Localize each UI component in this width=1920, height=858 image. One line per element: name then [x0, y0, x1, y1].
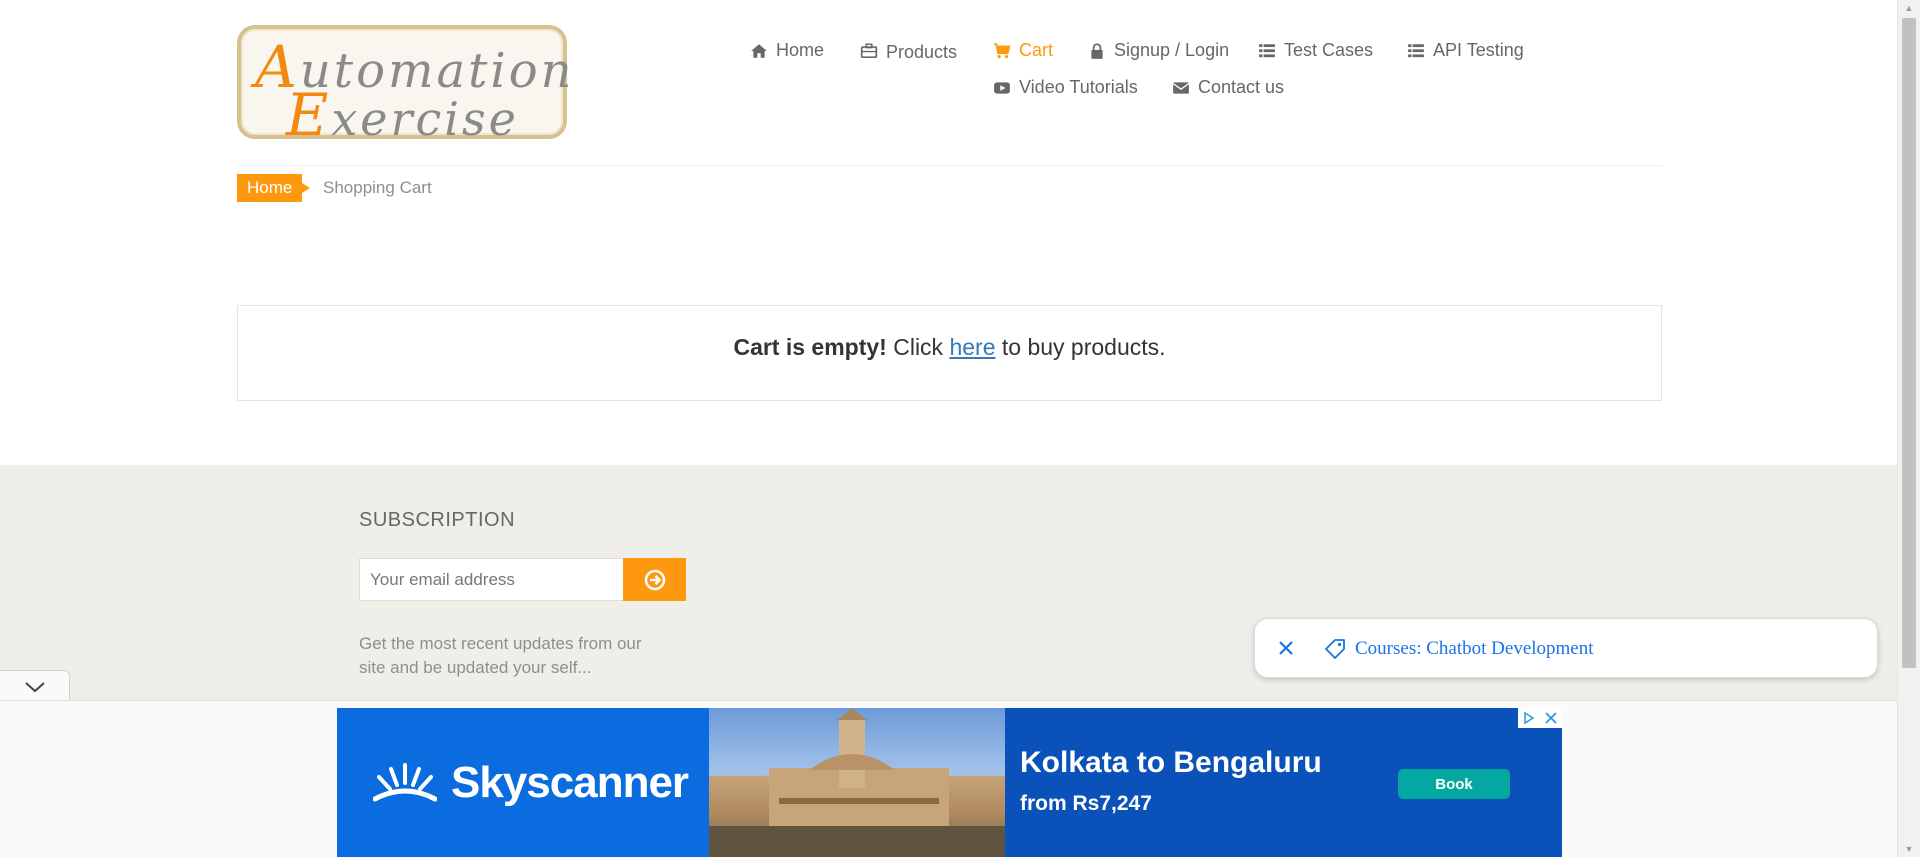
ad-route: Kolkata to Bengaluru [1020, 746, 1322, 779]
briefcase-icon [860, 43, 878, 58]
nav-contact-us[interactable]: Contact us [1172, 77, 1284, 98]
subscription-title: SUBSCRIPTION [359, 509, 516, 531]
logo-line-2: Exercise [286, 81, 519, 149]
skyscanner-ad[interactable]: Skyscanner Kolkata to Bengaluru from Rs7… [337, 708, 1562, 857]
ad-price: from Rs7,247 [1020, 792, 1152, 815]
site-logo[interactable]: Automation Exercise [237, 25, 572, 149]
subscribe-button[interactable] [623, 558, 686, 601]
cart-icon [994, 42, 1011, 58]
ad-choices[interactable] [1518, 708, 1562, 728]
home-icon [751, 43, 767, 58]
list-icon [1408, 43, 1424, 57]
nav-cart[interactable]: Cart [993, 40, 1053, 61]
ad-book-button[interactable]: Book [1398, 769, 1510, 799]
nav-video-tutorials[interactable]: Video Tutorials [993, 77, 1138, 98]
list-icon [1259, 43, 1275, 57]
courses-promo-pill[interactable]: Courses: Chatbot Development [1254, 618, 1878, 678]
breadcrumb-current: Shopping Cart [323, 178, 432, 197]
scrollbar-thumb[interactable] [1902, 18, 1916, 668]
ad-close-icon[interactable] [1540, 708, 1562, 728]
nav-products[interactable]: Products [860, 40, 957, 62]
nav-api-testing[interactable]: API Testing [1407, 40, 1524, 61]
promo-text: Courses: Chatbot Development [1355, 638, 1594, 659]
tag-icon [1325, 639, 1345, 659]
empty-cart-message: Cart is empty! Click here to buy product… [733, 334, 1166, 360]
header-divider [237, 165, 1662, 166]
arrow-circle-right-icon [644, 569, 665, 590]
breadcrumb-home[interactable]: Home [237, 174, 311, 202]
empty-cart-box: Cart is empty! Click here to buy product… [237, 305, 1662, 401]
nav-signup-login[interactable]: Signup / Login [1088, 40, 1229, 61]
subscription-description: Get the most recent updates from our sit… [359, 634, 642, 677]
ad-palace-photo [709, 708, 1005, 857]
lock-icon [1091, 42, 1103, 59]
buy-products-link[interactable]: here [949, 334, 995, 360]
close-icon[interactable] [1275, 637, 1297, 659]
nav-test-cases[interactable]: Test Cases [1258, 40, 1373, 61]
ad-collapse-tab[interactable] [0, 670, 70, 701]
ad-brand: Skyscanner [373, 758, 689, 808]
nav-home[interactable]: Home [750, 40, 824, 61]
vertical-scrollbar[interactable]: ▲ ▼ [1897, 0, 1920, 857]
youtube-icon [994, 81, 1010, 94]
scroll-up-arrow-icon[interactable]: ▲ [1898, 0, 1920, 16]
envelope-icon [1172, 81, 1190, 94]
sunrise-logo-icon [373, 763, 437, 802]
scroll-down-arrow-icon[interactable]: ▼ [1898, 841, 1920, 857]
subscribe-email-input[interactable] [359, 558, 624, 601]
chevron-down-icon [25, 682, 45, 693]
adchoices-icon [1524, 711, 1535, 725]
